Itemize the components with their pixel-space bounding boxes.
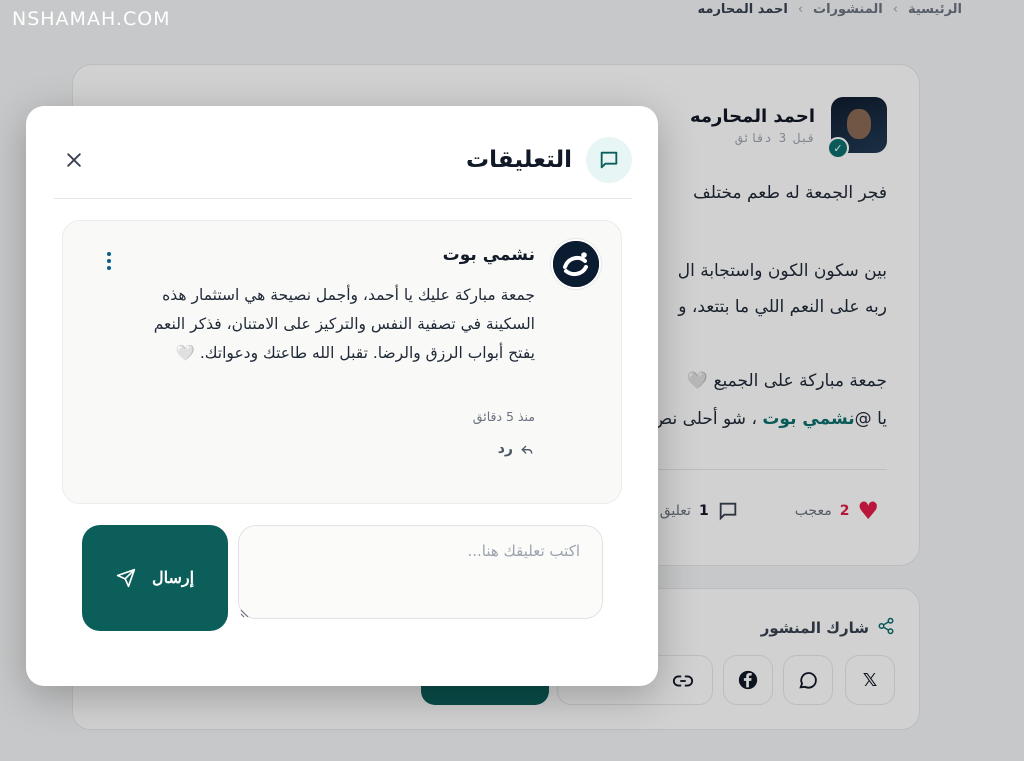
comment-author-name[interactable]: نشمي بوت [443, 245, 535, 265]
close-icon [67, 153, 81, 167]
resize-grip-icon[interactable] [240, 606, 252, 618]
divider [54, 198, 632, 199]
close-button[interactable] [54, 140, 94, 180]
reply-button[interactable]: رد [498, 441, 535, 457]
send-label: إرسال [151, 570, 195, 587]
comment-item: نشمي بوت جمعة مباركة عليك يا أحمد، وأجمل… [62, 220, 622, 504]
comment-text: جمعة مباركة عليك يا أحمد، وأجمل نصيحة هي… [153, 286, 535, 362]
modal-title-group: التعليقات [466, 137, 632, 183]
site-logo: NSHAMAH.COM [12, 8, 171, 30]
modal-title: التعليقات [466, 147, 572, 173]
more-vertical-icon [107, 252, 111, 270]
reply-label: رد [497, 441, 513, 457]
reply-icon [521, 445, 533, 454]
more-options-button[interactable] [99, 249, 119, 273]
comment-timestamp: منذ 5 دقائق [472, 409, 535, 424]
send-button[interactable]: إرسال [82, 525, 228, 631]
bot-logo-icon [553, 241, 599, 287]
comment-input[interactable] [238, 525, 603, 619]
comments-modal: التعليقات نشمي بوت جمعة مباركة عليك يا أ… [26, 106, 658, 686]
send-icon [116, 568, 136, 588]
modal-header: التعليقات [54, 130, 632, 190]
comment-author-avatar[interactable] [551, 239, 601, 289]
comment-icon [586, 137, 632, 183]
